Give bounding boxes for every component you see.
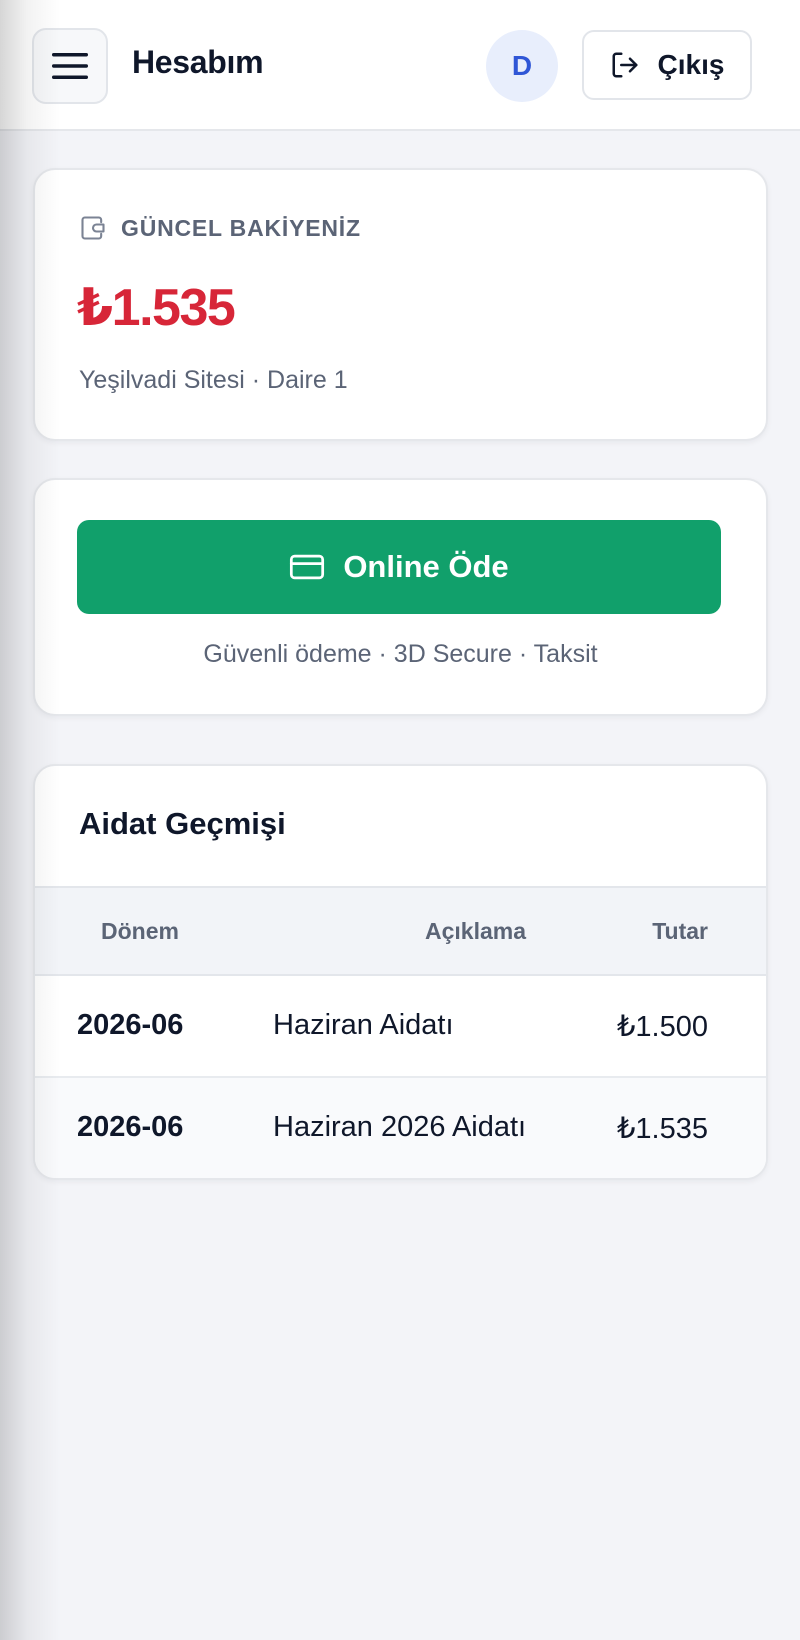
dues-history-card: Aidat Geçmişi Dönem Açıklama Tutar 2026-… (33, 764, 768, 1180)
page: Hesabım D Çıkış GÜNCEL BAKİYENİZ ₺1.535 … (0, 0, 800, 1640)
logout-icon (612, 52, 638, 78)
wallet-icon (81, 216, 105, 240)
table-header: Dönem Açıklama Tutar (35, 886, 766, 976)
table-row: 2026-06 Haziran 2026 Aidatı ₺1.535 (35, 1078, 766, 1178)
payment-note: Güvenli ödeme · 3D Secure · Taksit (203, 640, 598, 668)
table-row: 2026-06 Haziran Aidatı ₺1.500 (35, 976, 766, 1078)
row-description: Haziran Aidatı (273, 1009, 454, 1041)
balance-amount: ₺1.535 (77, 279, 236, 337)
section-title: Aidat Geçmişi (79, 806, 286, 841)
logout-button[interactable]: Çıkış (582, 30, 752, 100)
row-amount: ₺1.500 (616, 1011, 708, 1043)
balance-header: GÜNCEL BAKİYENİZ (79, 214, 361, 242)
row-period: 2026-06 (77, 1111, 184, 1143)
column-header-description: Açıklama (424, 918, 526, 944)
page-title: Hesabım (132, 44, 264, 80)
balance-card: GÜNCEL BAKİYENİZ ₺1.535 Yeşilvadi Sitesi… (33, 168, 768, 441)
logout-label: Çıkış (657, 49, 725, 80)
payment-card: Online Öde Güvenli ödeme · 3D Secure · T… (33, 478, 768, 716)
column-header-period: Dönem (101, 918, 179, 944)
hamburger-menu-icon (52, 53, 88, 79)
column-header-amount: Tutar (652, 918, 708, 944)
row-description: Haziran 2026 Aidatı (273, 1111, 527, 1143)
app-header: Hesabım D Çıkış (0, 0, 800, 131)
balance-label: GÜNCEL BAKİYENİZ (121, 214, 361, 241)
property-unit-label: Yeşilvadi Sitesi · Daire 1 (79, 366, 348, 394)
online-pay-label: Online Öde (343, 549, 509, 584)
menu-button[interactable] (32, 28, 108, 104)
avatar[interactable]: D (486, 30, 558, 102)
online-pay-button[interactable]: Online Öde (77, 520, 721, 614)
row-period: 2026-06 (77, 1009, 184, 1041)
row-amount: ₺1.535 (616, 1113, 708, 1145)
credit-card-icon (290, 554, 325, 580)
